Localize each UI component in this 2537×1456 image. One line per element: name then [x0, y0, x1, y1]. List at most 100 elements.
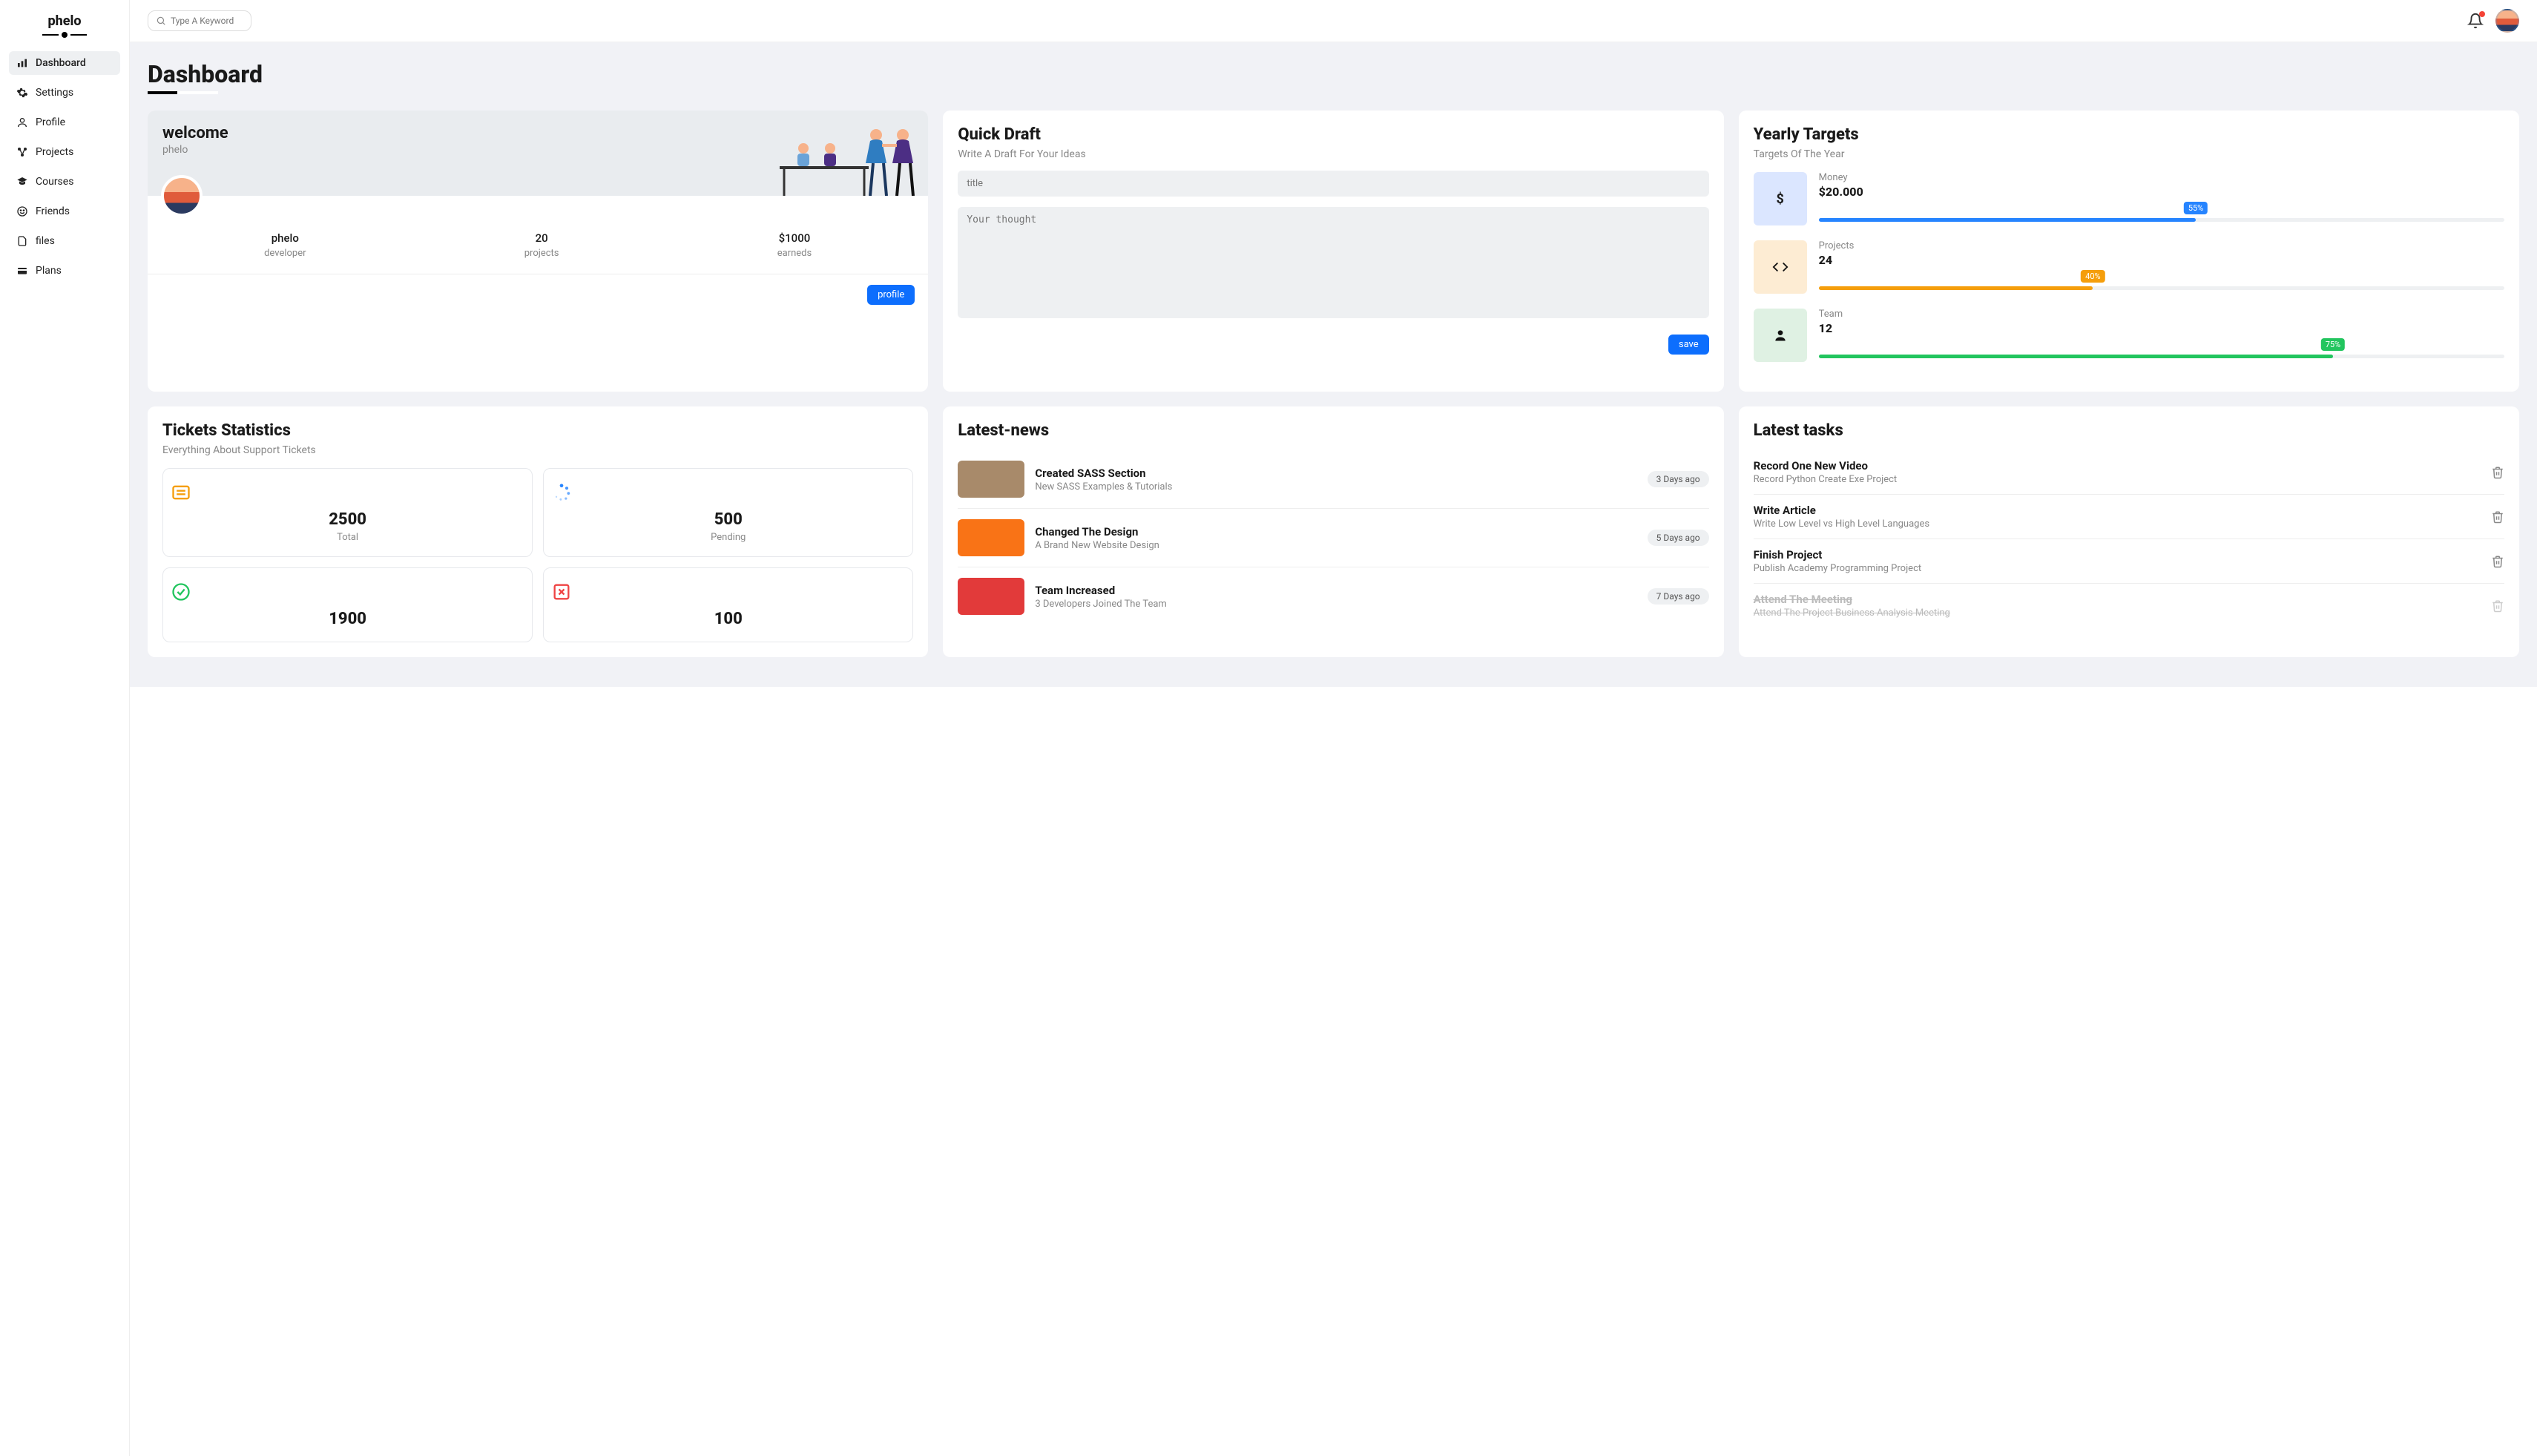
- gear-icon: [16, 87, 28, 99]
- card-icon: [16, 265, 28, 277]
- target-value: 24: [1819, 253, 2504, 267]
- nav-item-files[interactable]: files: [9, 229, 120, 253]
- nav-item-settings[interactable]: Settings: [9, 81, 120, 105]
- topbar: [130, 0, 2537, 42]
- notification-dot: [2479, 11, 2485, 17]
- nav-item-friends[interactable]: Friends: [9, 200, 120, 223]
- news-item-title: Created SASS Section: [1035, 467, 1636, 480]
- target-bar: 75%: [1819, 341, 2504, 358]
- smile-icon: [16, 205, 28, 217]
- ticket-label: Total: [171, 532, 524, 543]
- tickets-title: Tickets Statistics: [162, 421, 913, 440]
- stat-label: developer: [264, 248, 306, 259]
- trash-icon[interactable]: [2491, 599, 2504, 613]
- ticket-box: 500 Pending: [543, 468, 913, 557]
- nav-item-dashboard[interactable]: Dashboard: [9, 51, 120, 75]
- search-box[interactable]: [148, 10, 251, 31]
- task-desc: Attend The Project Business Analysis Mee…: [1754, 607, 1950, 619]
- x-icon: [551, 582, 905, 602]
- nav-label: Friends: [36, 205, 70, 217]
- stat: phelodeveloper: [264, 231, 306, 259]
- news-time: 3 Days ago: [1648, 471, 1709, 487]
- target-label: Team: [1819, 309, 2504, 320]
- nav-label: Projects: [36, 146, 73, 158]
- nav-label: Profile: [36, 116, 65, 128]
- user-avatar[interactable]: [2495, 9, 2519, 33]
- news-image: [958, 461, 1024, 498]
- task-row: Record One New VideoRecord Python Create…: [1754, 450, 2504, 495]
- news-title: Latest-news: [958, 421, 1708, 440]
- target-value: $20.000: [1819, 185, 2504, 199]
- nav-item-profile[interactable]: Profile: [9, 111, 120, 134]
- yearly-sub: Targets Of The Year: [1754, 148, 2504, 160]
- target-projects: Projects2440%: [1754, 240, 2504, 294]
- stat-value: $1000: [777, 231, 812, 245]
- welcome-sub: phelo: [162, 144, 228, 156]
- news-row: Team Increased 3 Developers Joined The Te…: [958, 567, 1708, 625]
- main: Dashboard welcome phelo: [130, 0, 2537, 1456]
- trash-icon[interactable]: [2491, 510, 2504, 524]
- task-title: Finish Project: [1754, 548, 1921, 561]
- task-row: Attend The MeetingAttend The Project Bus…: [1754, 584, 2504, 627]
- task-row: Write ArticleWrite Low Level vs High Lev…: [1754, 495, 2504, 539]
- latest-tasks-card: Latest tasks Record One New VideoRecord …: [1739, 406, 2519, 657]
- ticket-label: Pending: [551, 532, 905, 543]
- task-title: Record One New Video: [1754, 459, 1898, 472]
- stat: $1000earneds: [777, 231, 812, 259]
- quick-title: Quick Draft: [958, 125, 1708, 144]
- news-time: 5 Days ago: [1648, 530, 1709, 546]
- ticket-box: 100: [543, 567, 913, 642]
- news-image: [958, 519, 1024, 556]
- yearly-title: Yearly Targets: [1754, 125, 2504, 144]
- target-badge: 55%: [2184, 202, 2208, 214]
- draft-body-input[interactable]: [958, 207, 1708, 318]
- news-item-desc: 3 Developers Joined The Team: [1035, 599, 1636, 610]
- page-title: Dashboard: [148, 60, 2519, 88]
- task-title: Attend The Meeting: [1754, 593, 1950, 606]
- profile-button[interactable]: profile: [867, 285, 915, 305]
- target-bar: 40%: [1819, 273, 2504, 290]
- ticket-count: 100: [551, 610, 905, 628]
- target-bar: 55%: [1819, 205, 2504, 222]
- nav-item-plans[interactable]: Plans: [9, 259, 120, 283]
- news-time: 7 Days ago: [1648, 588, 1709, 605]
- tickets-card: Tickets Statistics Everything About Supp…: [148, 406, 928, 657]
- target-money: $ Money $20.000 55%: [1754, 172, 2504, 225]
- welcome-title: welcome: [162, 124, 228, 142]
- nav-list: Dashboard Settings Profile Projects Courses F…: [9, 51, 120, 283]
- target-badge: 40%: [2081, 270, 2105, 283]
- chart-icon: [16, 57, 28, 69]
- list-icon: [171, 482, 524, 503]
- search-icon: [156, 16, 166, 26]
- news-row: Created SASS SectionNew SASS Examples & …: [958, 450, 1708, 509]
- welcome-card: welcome phelo: [148, 111, 928, 392]
- nav-item-projects[interactable]: Projects: [9, 140, 120, 164]
- tasks-title: Latest tasks: [1754, 421, 2504, 440]
- stat-value: 20: [524, 231, 559, 245]
- welcome-illustration: [780, 122, 921, 196]
- task-title: Write Article: [1754, 504, 1929, 517]
- target-label: Money: [1819, 172, 2504, 183]
- trash-icon[interactable]: [2491, 555, 2504, 568]
- ticket-count: 500: [551, 510, 905, 529]
- target-icon: [1754, 240, 1807, 294]
- target-value: 12: [1819, 321, 2504, 335]
- news-row: Changed The DesignA Brand New Website De…: [958, 509, 1708, 567]
- notifications-button[interactable]: [2467, 13, 2484, 29]
- save-button[interactable]: save: [1668, 335, 1709, 355]
- news-item-desc: New SASS Examples & Tutorials: [1035, 481, 1636, 493]
- user-icon: [16, 116, 28, 128]
- search-input[interactable]: [171, 16, 243, 26]
- draft-title-input[interactable]: [958, 171, 1708, 197]
- yearly-targets-card: Yearly Targets Targets Of The Year $ Mone…: [1739, 111, 2519, 392]
- news-item-title: Team Increased: [1035, 584, 1636, 597]
- nav-label: Plans: [36, 265, 62, 277]
- quick-sub: Write A Draft For Your Ideas: [958, 148, 1708, 160]
- brand-divider: [9, 32, 120, 38]
- stat-label: projects: [524, 248, 559, 259]
- target-icon: $: [1754, 172, 1807, 225]
- target-icon: [1754, 309, 1807, 362]
- trash-icon[interactable]: [2491, 466, 2504, 479]
- nav-item-courses[interactable]: Courses: [9, 170, 120, 194]
- grad-icon: [16, 176, 28, 188]
